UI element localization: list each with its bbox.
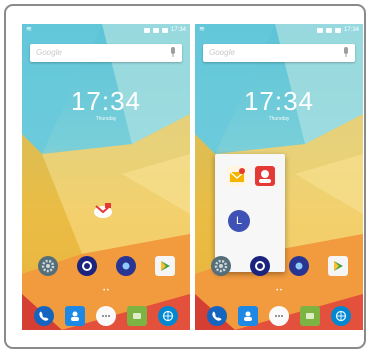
search-bar[interactable]: Google (30, 44, 182, 62)
microphone-icon[interactable] (170, 47, 176, 58)
wallpaper (22, 24, 190, 330)
user-icon[interactable] (255, 166, 275, 186)
settings-icon[interactable] (37, 256, 58, 276)
letter-l-icon[interactable]: L (228, 210, 250, 232)
contacts-icon[interactable] (237, 306, 258, 326)
browser-icon[interactable] (331, 306, 352, 326)
folder-popup[interactable]: L (215, 154, 285, 272)
dock (195, 306, 363, 326)
search-placeholder: Google (36, 48, 62, 57)
date-label: Thursday (95, 116, 117, 122)
play-store-icon[interactable] (154, 256, 175, 276)
phone-icon[interactable] (206, 306, 227, 326)
phone-icon[interactable] (33, 306, 54, 326)
left-phone-screen: ≋ 17:34 Google 17:34 Thursday • • (22, 24, 190, 330)
right-phone-screen: ≋ 17:34 Google 17:34 Thursday L • • (195, 24, 363, 330)
dock (22, 306, 190, 326)
play-store-icon[interactable] (327, 256, 348, 276)
messages-icon[interactable] (300, 306, 321, 326)
home-icon-row (22, 256, 190, 276)
wifi-icon (143, 27, 150, 33)
date-label: Thursday (268, 116, 290, 122)
status-bar: ≋ 17:34 (195, 24, 363, 36)
search-placeholder: Google (209, 48, 235, 57)
notification-icon: ≋ (199, 26, 205, 33)
camera-icon[interactable] (76, 256, 97, 276)
photos-icon[interactable] (115, 256, 136, 276)
home-icon-row (195, 256, 363, 276)
wifi-icon (316, 27, 323, 33)
signal-icon (152, 27, 159, 33)
camera-icon[interactable] (249, 256, 270, 276)
page-indicator: • • (103, 288, 109, 294)
status-time: 17:34 (343, 27, 359, 33)
battery-icon (161, 27, 168, 33)
notification-icon: ≋ (26, 26, 32, 33)
clock-widget[interactable]: 17:34 (22, 86, 190, 117)
settings-icon[interactable] (210, 256, 231, 276)
screenshot-frame: ≋ 17:34 Google 17:34 Thursday • • ≋ 17:3… (4, 4, 366, 349)
search-bar[interactable]: Google (203, 44, 355, 62)
microphone-icon[interactable] (343, 47, 349, 58)
browser-icon[interactable] (158, 306, 179, 326)
status-time: 17:34 (170, 27, 186, 33)
contacts-icon[interactable] (64, 306, 85, 326)
photos-icon[interactable] (288, 256, 309, 276)
page-indicator: • • (276, 288, 282, 294)
folder-icon[interactable] (88, 200, 118, 220)
app-drawer-icon[interactable] (95, 306, 116, 326)
mail-icon[interactable] (227, 166, 247, 186)
signal-icon (325, 27, 332, 33)
status-bar: ≋ 17:34 (22, 24, 190, 36)
messages-icon[interactable] (127, 306, 148, 326)
battery-icon (334, 27, 341, 33)
clock-widget[interactable]: 17:34 (195, 86, 363, 117)
app-drawer-icon[interactable] (268, 306, 289, 326)
